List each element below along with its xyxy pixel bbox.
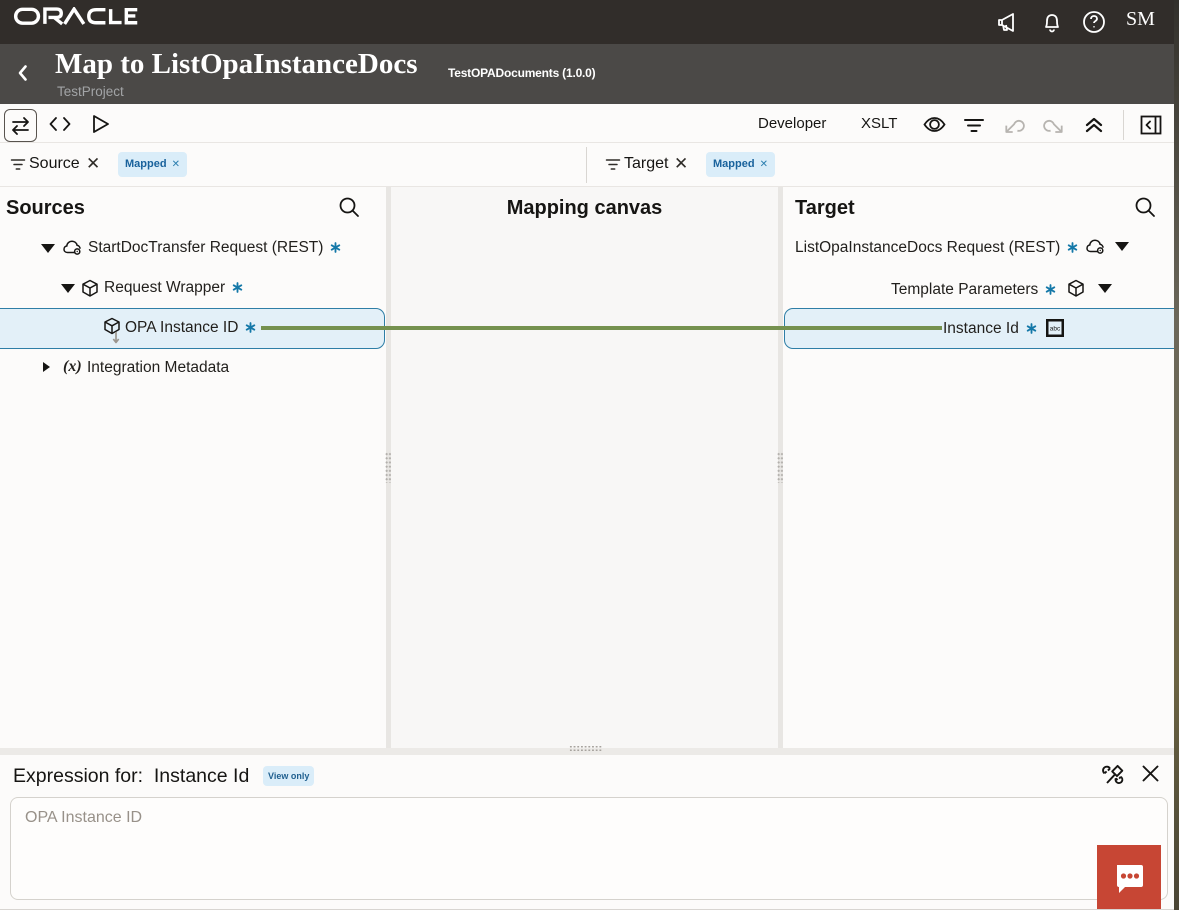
svg-text:abc: abc	[1050, 326, 1061, 333]
